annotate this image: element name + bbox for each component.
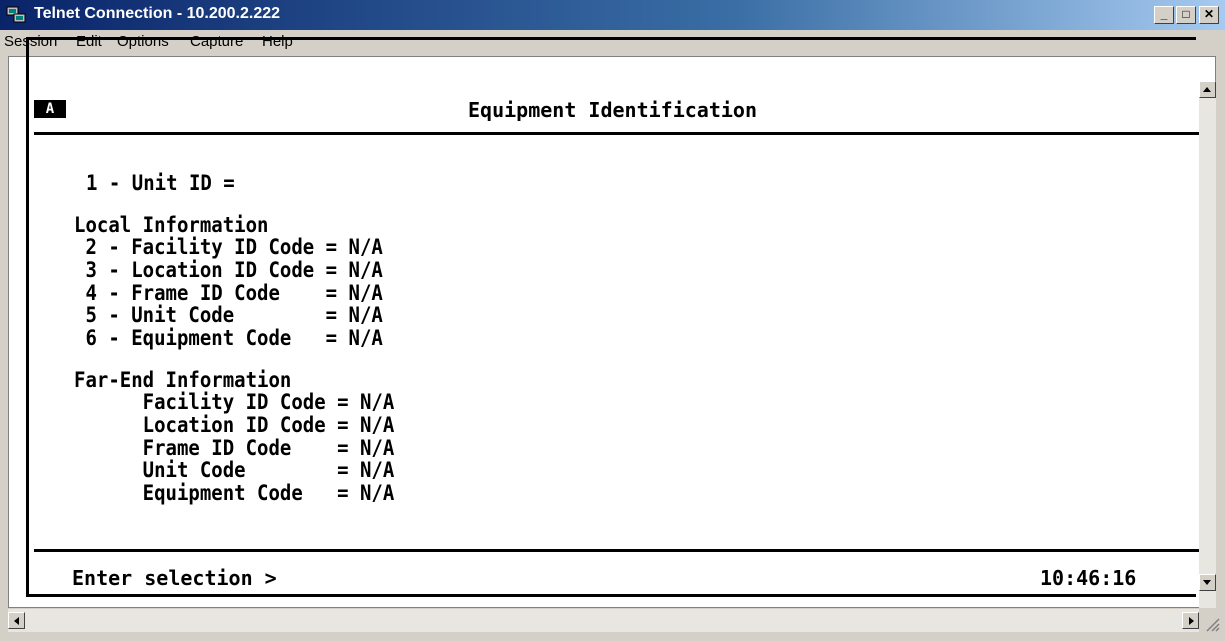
clock-display: 10:46:16 <box>1040 566 1137 590</box>
window-title: Telnet Connection - 10.200.2.222 <box>34 5 281 22</box>
unit-id-line: 1 - Unit ID = <box>86 170 235 196</box>
scroll-up-button[interactable] <box>1199 81 1216 98</box>
header-divider <box>34 132 1199 135</box>
local-line: 5 - Unit Code = N/A <box>74 302 383 328</box>
local-line: 4 - Frame ID Code = N/A <box>74 280 383 306</box>
far-end-info-header: Far-End Information <box>74 367 292 393</box>
far-end-line: Location ID Code = N/A <box>74 412 395 438</box>
footer-divider <box>34 549 1199 552</box>
far-end-line: Equipment Code = N/A <box>74 480 395 506</box>
minimize-button[interactable]: _ <box>1154 6 1174 24</box>
horizontal-scrollbar[interactable] <box>8 609 1199 632</box>
local-line: 2 - Facility ID Code = N/A <box>74 234 383 260</box>
down-arrow-icon <box>1203 580 1211 585</box>
scroll-right-button[interactable] <box>1182 612 1199 629</box>
scroll-down-button[interactable] <box>1199 574 1216 591</box>
close-button[interactable]: ✕ <box>1199 6 1219 24</box>
local-info-header: Local Information <box>74 212 269 238</box>
command-prompt[interactable]: Enter selection > <box>72 566 277 590</box>
title-bar: Telnet Connection - 10.200.2.222 _ □ ✕ <box>0 0 1225 30</box>
up-arrow-icon <box>1203 87 1211 92</box>
local-line: 3 - Location ID Code = N/A <box>74 257 383 283</box>
right-arrow-icon <box>1189 617 1194 625</box>
far-end-line: Facility ID Code = N/A <box>74 389 395 415</box>
left-arrow-icon <box>14 617 19 625</box>
resize-grip-icon[interactable] <box>1202 614 1220 632</box>
scroll-left-button[interactable] <box>8 612 25 629</box>
maximize-button[interactable]: □ <box>1176 6 1196 24</box>
far-end-line: Unit Code = N/A <box>74 457 395 483</box>
local-line: 6 - Equipment Code = N/A <box>74 325 383 351</box>
screen-title: Equipment Identification <box>468 98 757 122</box>
vertical-scrollbar[interactable] <box>1199 81 1216 608</box>
telnet-app-icon[interactable] <box>6 5 26 25</box>
far-end-line: Frame ID Code = N/A <box>74 435 395 461</box>
